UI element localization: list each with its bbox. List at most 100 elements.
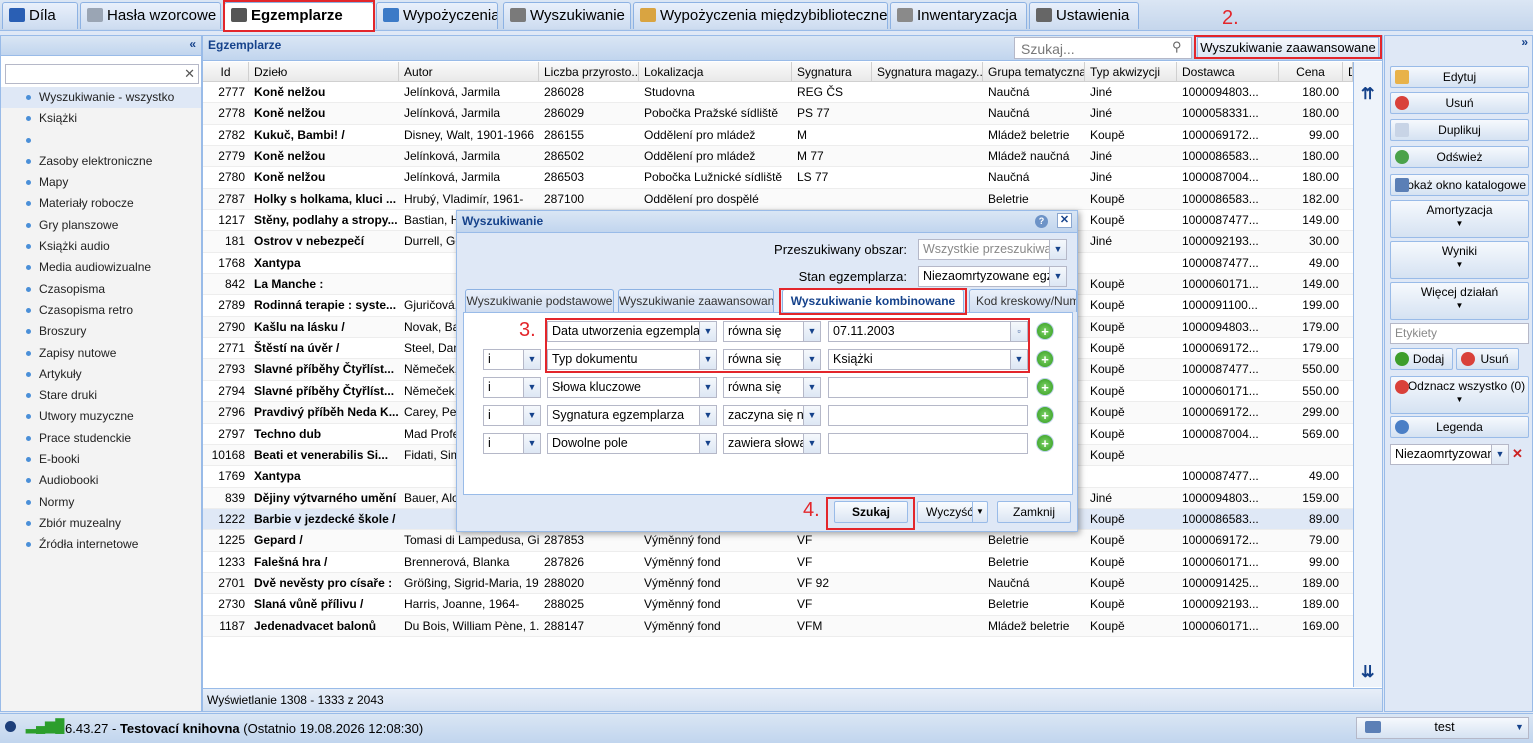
column-header[interactable]: Dzieło [249,62,399,82]
table-row[interactable]: 1187 Jedenadvacet balonů Du Bois, William … [203,615,1353,637]
close-icon[interactable]: ✕ [1057,213,1072,228]
add-row-icon[interactable]: + [1036,406,1054,424]
help-icon[interactable]: ? [1035,215,1048,228]
tab-basic-search[interactable]: Wyszukiwanie podstawowe [465,289,614,312]
tab-settings[interactable]: Ustawienia [1029,2,1139,29]
table-row[interactable]: 2701 Dvě nevěsty pro císaře : Größing, Sig… [203,572,1353,595]
category-item[interactable]: Broszury [1,321,201,342]
category-item[interactable]: Artykuły [1,364,201,385]
category-item[interactable]: Normy [1,492,201,513]
close-button[interactable]: Zamknij [997,501,1071,523]
category-item[interactable]: Zbiór muzealny [1,513,201,534]
table-row[interactable]: 1233 Falešná hra / Brennerová, Blanka 28782… [203,551,1353,573]
column-header[interactable]: Dostawca [1177,62,1279,82]
category-filter-input[interactable]: ✕ [5,64,199,84]
collapse-left-icon[interactable]: « [189,37,196,51]
results-button[interactable]: Wyniki ▼ [1390,241,1529,279]
tab-authorities[interactable]: Hasła wzorcowe [80,2,221,29]
catalog-window-button[interactable]: Pokaż okno katalogowe [1390,174,1529,196]
category-item[interactable]: Wyszukiwanie - wszystko [1,87,201,109]
tab-interlibrary[interactable]: Wypożyczenia międzybiblioteczne [633,2,888,29]
category-item[interactable] [1,130,201,151]
category-item[interactable]: Gry planszowe [1,215,201,236]
tab-loans[interactable]: Wypożyczenia [376,2,498,29]
user-menu[interactable]: test ▼ [1356,717,1529,739]
operator-select[interactable]: i ▼ [483,433,541,454]
scroll-top-icon[interactable]: ⇈ [1361,84,1374,104]
more-actions-button[interactable]: Więcej działań ▼ [1390,282,1529,320]
delete-button[interactable]: Usuń [1390,92,1529,114]
column-header[interactable]: Lokalizacja [639,62,792,82]
column-header[interactable]: Grupa tematyczna [983,62,1085,82]
state-select[interactable]: Niezaomrtyzowane egzemplarze▼ [918,266,1067,287]
table-row[interactable]: 2787 Holky s holkama, kluci ... Hrubý, Vla… [203,188,1353,211]
operator-select[interactable]: i ▼ [483,405,541,426]
tab-works[interactable]: Díla [2,2,78,29]
category-item[interactable]: Czasopisma [1,279,201,300]
remove-label-button[interactable]: Usuń [1456,348,1519,370]
category-item[interactable]: Książki audio [1,236,201,257]
category-item[interactable]: Stare druki [1,385,201,406]
column-header[interactable]: Cena [1279,62,1343,82]
table-row[interactable]: 2778 Koně nelžou Jelínková, Jarmila 286029 P… [203,103,1353,125]
column-header[interactable]: Id [203,62,249,82]
amortization-button[interactable]: Amortyzacja ▼ [1390,200,1529,238]
tab-barcode[interactable]: Kod kreskowy/Numer [969,289,1077,312]
category-item[interactable]: Materiały robocze [1,193,201,214]
field-select[interactable]: Słowa kluczowe ▼ [547,377,717,398]
category-item[interactable]: E-booki [1,449,201,470]
category-item[interactable]: Utwory muzyczne [1,406,201,427]
scroll-bottom-icon[interactable]: ⇊ [1361,662,1374,682]
area-select[interactable]: Wszystkie przeszukiwane ▼ [918,239,1067,260]
condition-select[interactable]: zawiera słowa ▼ [723,433,821,454]
column-header[interactable]: Liczba przyrosto... [539,62,639,82]
add-row-icon[interactable]: + [1036,322,1054,340]
condition-select[interactable]: równa się ▼ [723,377,821,398]
table-row[interactable]: 2782 Kukuč, Bambi! / Disney, Walt, 1901-19… [203,124,1353,147]
category-item[interactable]: Zapisy nutowe [1,343,201,364]
column-header[interactable]: Typ akwizycji [1085,62,1177,82]
labels-input[interactable]: Etykiety [1390,323,1529,344]
legend-button[interactable]: Legenda [1390,416,1529,438]
tab-search[interactable]: Wyszukiwanie [503,2,631,29]
table-row[interactable]: 2779 Koně nelžou Jelínková, Jarmila 286502 O… [203,146,1353,168]
value-input[interactable] [828,377,1028,398]
tab-advanced-search[interactable]: Wyszukiwanie zaawansowane [618,289,774,312]
table-row[interactable]: 2777 Koně nelžou Jelínková, Jarmila 286028 S… [203,82,1353,104]
value-input[interactable] [828,433,1028,454]
column-header[interactable]: D [1343,62,1353,82]
state-filter-select[interactable]: Niezaomrtyzowane ▼ [1390,444,1509,465]
category-item[interactable]: Książki [1,108,201,129]
operator-select[interactable]: i ▼ [483,349,541,370]
column-header[interactable]: Sygnatura magazy... [872,62,983,82]
search-icon[interactable]: ⚲ [1172,39,1182,55]
tab-inventory[interactable]: Inwentaryzacja [890,2,1027,29]
clear-icon[interactable]: ✕ [184,66,195,82]
duplicate-button[interactable]: Duplikuj [1390,119,1529,141]
clear-button[interactable]: Wyczyść ▼ [917,501,988,523]
add-row-icon[interactable]: + [1036,378,1054,396]
table-row[interactable]: 1225 Gepard / Tomasi di Lampedusa, Gi... 28… [203,530,1353,552]
uncheck-all-button[interactable]: Odznacz wszystko (0) ▼ [1390,376,1529,414]
edit-button[interactable]: Edytuj [1390,66,1529,88]
category-item[interactable]: Mapy [1,172,201,193]
collapse-right-icon[interactable]: » [1521,35,1528,49]
field-select[interactable]: Dowolne pole ▼ [547,433,717,454]
category-item[interactable]: Media audiowizualne [1,257,201,278]
category-item[interactable]: Źródła internetowe [1,534,201,555]
column-header[interactable]: Autor [399,62,539,82]
condition-select[interactable]: zaczyna się na ▼ [723,405,821,426]
category-item[interactable]: Audiobooki [1,470,201,491]
operator-select[interactable]: i ▼ [483,377,541,398]
category-item[interactable]: Zasoby elektroniczne [1,151,201,172]
search-input[interactable]: Szukaj... [1014,37,1192,59]
value-input[interactable] [828,405,1028,426]
add-row-icon[interactable]: + [1036,350,1054,368]
grid-scroller[interactable]: ⇈ ⇊ [1353,62,1382,687]
chevron-down-icon[interactable]: ▼ [972,502,987,522]
category-item[interactable]: Czasopisma retro [1,300,201,321]
clear-filter-icon[interactable]: ✕ [1512,446,1523,462]
table-row[interactable]: 2730 Slaná vůně přílivu / Harris, Joanne, … [203,594,1353,616]
field-select[interactable]: Sygnatura egzemplarza ▼ [547,405,717,426]
refresh-button[interactable]: Odśwież [1390,146,1529,168]
